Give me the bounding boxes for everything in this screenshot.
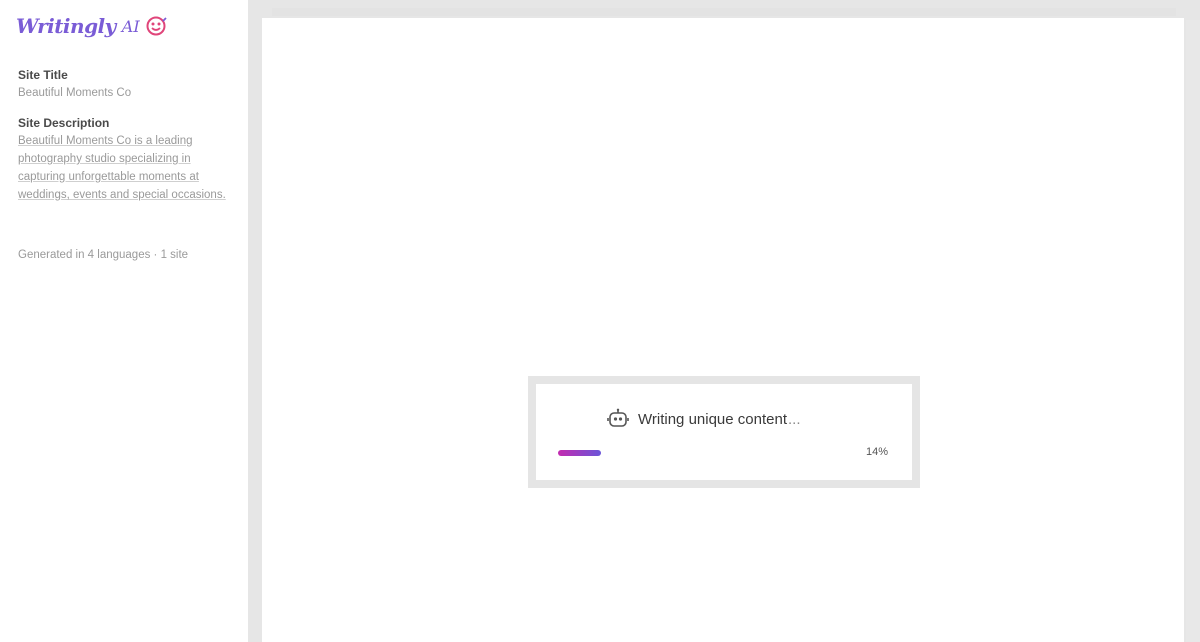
loading-text: Writing unique content (638, 410, 787, 428)
progress-bar (558, 450, 864, 456)
smiley-face-icon (146, 16, 167, 36)
site-description-label: Site Description (18, 116, 110, 130)
scrollbar[interactable] (1186, 20, 1200, 642)
progress-fill (558, 450, 601, 456)
progress-percent: 14% (866, 446, 889, 458)
site-title-value: Beautiful Moments Co (18, 87, 132, 99)
preview-canvas (262, 18, 1184, 642)
generated-info: Generated in 4 languages · 1 site (18, 249, 189, 261)
brand-logo[interactable]: Writingly AI (16, 14, 168, 38)
brand-suffix: AI (121, 16, 140, 36)
brand-name: Writingly (16, 14, 116, 38)
sidebar: Writingly AI Site Title Beautiful Moment… (0, 0, 248, 642)
loading-dots: ... (787, 410, 801, 428)
site-description-value: Beautiful Moments Co is a leading photog… (18, 135, 226, 201)
loading-modal: Writing unique content ... 14% (536, 384, 912, 480)
preview-area (248, 0, 1200, 642)
site-title-label: Site Title (18, 68, 68, 82)
preview-topbar (272, 8, 1176, 16)
robot-icon (607, 408, 629, 427)
loading-title: Writing unique content ... (606, 408, 801, 430)
